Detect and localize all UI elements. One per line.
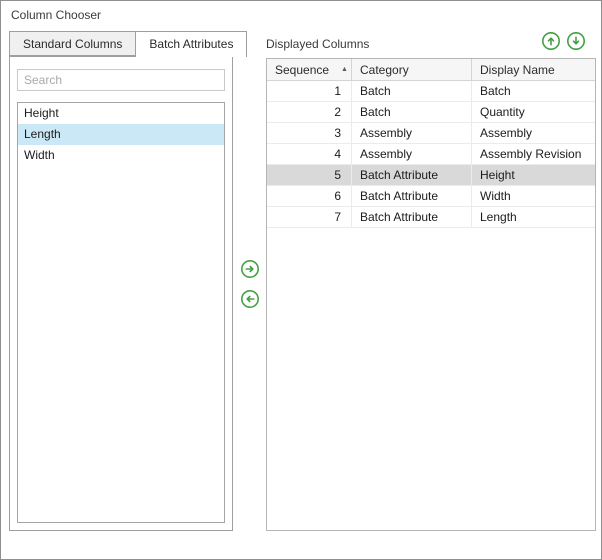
cell-sequence: 1 xyxy=(267,81,352,101)
tab-bar: Standard Columns Batch Attributes xyxy=(9,31,246,57)
list-item-length[interactable]: Length xyxy=(18,124,224,145)
cell-sequence: 2 xyxy=(267,102,352,122)
move-up-button[interactable] xyxy=(541,31,561,51)
cell-display-name: Width xyxy=(472,186,595,206)
cell-display-name: Length xyxy=(472,207,595,227)
cell-category: Assembly xyxy=(352,144,472,164)
move-down-button[interactable] xyxy=(566,31,586,51)
cell-display-name: Height xyxy=(472,165,595,185)
remove-column-button[interactable] xyxy=(240,289,260,309)
table-row[interactable]: 2 Batch Quantity xyxy=(267,102,595,123)
table-row[interactable]: 6 Batch Attribute Width xyxy=(267,186,595,207)
cell-category: Batch Attribute xyxy=(352,207,472,227)
column-header-display-name[interactable]: Display Name xyxy=(472,59,595,80)
list-item-height[interactable]: Height xyxy=(18,103,224,124)
column-header-sequence[interactable]: Sequence ▲ xyxy=(267,59,352,80)
table-row[interactable]: 7 Batch Attribute Length xyxy=(267,207,595,228)
cell-sequence: 7 xyxy=(267,207,352,227)
circle-down-arrow-icon xyxy=(566,31,586,51)
sort-ascending-icon: ▲ xyxy=(341,66,348,73)
batch-attributes-panel: Height Length Width xyxy=(9,56,233,531)
table-row[interactable]: 4 Assembly Assembly Revision xyxy=(267,144,595,165)
circle-right-arrow-icon xyxy=(240,259,260,279)
list-item-width[interactable]: Width xyxy=(18,145,224,166)
attribute-list[interactable]: Height Length Width xyxy=(17,102,225,523)
table-row[interactable]: 3 Assembly Assembly xyxy=(267,123,595,144)
circle-left-arrow-icon xyxy=(240,289,260,309)
column-header-category[interactable]: Category xyxy=(352,59,472,80)
cell-display-name: Assembly xyxy=(472,123,595,143)
cell-sequence: 5 xyxy=(267,165,352,185)
cell-category: Batch xyxy=(352,81,472,101)
cell-category: Assembly xyxy=(352,123,472,143)
cell-display-name: Batch xyxy=(472,81,595,101)
tab-standard-columns[interactable]: Standard Columns xyxy=(9,31,136,56)
cell-sequence: 6 xyxy=(267,186,352,206)
column-chooser-window: Column Chooser Standard Columns Batch At… xyxy=(0,0,602,560)
table-row-selected[interactable]: 5 Batch Attribute Height xyxy=(267,165,595,186)
cell-category: Batch Attribute xyxy=(352,186,472,206)
cell-sequence: 3 xyxy=(267,123,352,143)
displayed-columns-table: Sequence ▲ Category Display Name 1 Batch… xyxy=(266,58,596,531)
cell-display-name: Assembly Revision xyxy=(472,144,595,164)
displayed-columns-title: Displayed Columns xyxy=(266,37,369,51)
cell-sequence: 4 xyxy=(267,144,352,164)
circle-up-arrow-icon xyxy=(541,31,561,51)
add-column-button[interactable] xyxy=(240,259,260,279)
cell-category: Batch xyxy=(352,102,472,122)
column-header-label: Sequence xyxy=(275,63,329,77)
table-row[interactable]: 1 Batch Batch xyxy=(267,81,595,102)
window-title: Column Chooser xyxy=(11,8,101,22)
tab-batch-attributes[interactable]: Batch Attributes xyxy=(135,31,247,57)
cell-category: Batch Attribute xyxy=(352,165,472,185)
cell-display-name: Quantity xyxy=(472,102,595,122)
search-input[interactable] xyxy=(17,69,225,91)
table-header: Sequence ▲ Category Display Name xyxy=(267,59,595,81)
